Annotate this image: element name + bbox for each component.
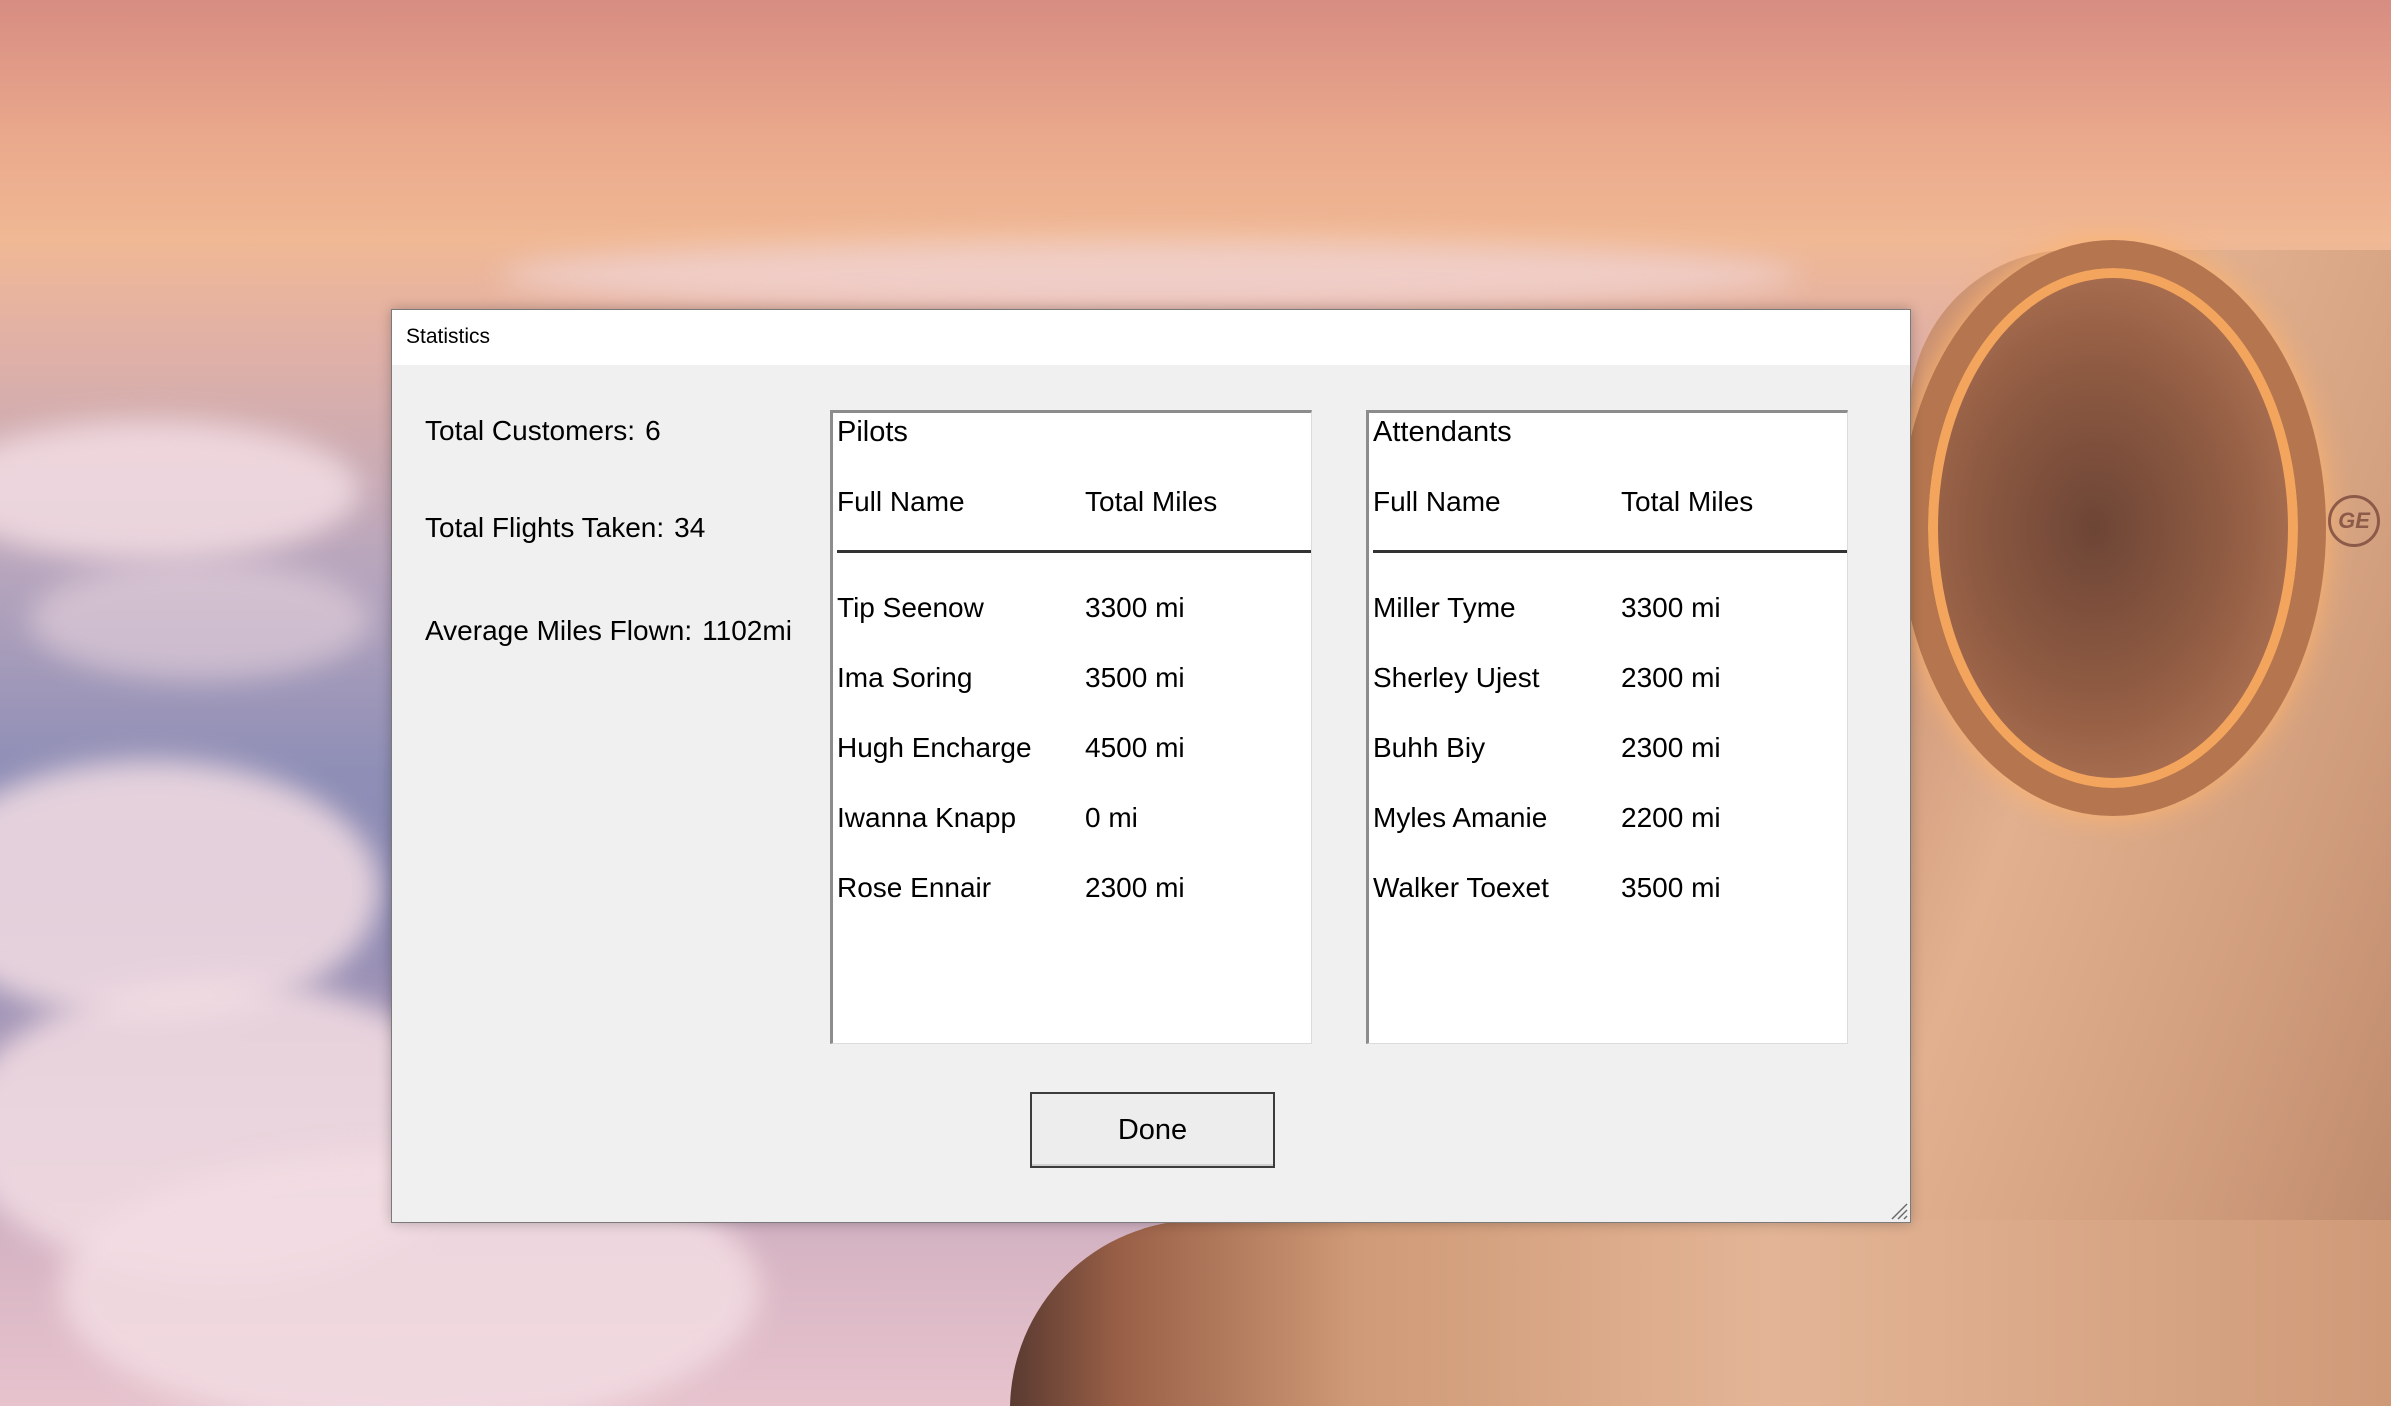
cloud bbox=[30, 560, 370, 680]
attendant-name[interactable]: Buhh Biy bbox=[1373, 732, 1485, 764]
attendant-name[interactable]: Sherley Ujest bbox=[1373, 662, 1540, 694]
pilot-name[interactable]: Iwanna Knapp bbox=[837, 802, 1016, 834]
pilots-col-total-miles: Total Miles bbox=[1085, 486, 1218, 517]
aircraft-engine bbox=[1900, 240, 2326, 816]
attendants-title: Attendants bbox=[1373, 416, 1512, 448]
average-miles-stat: Average Miles Flown: 1102mi bbox=[425, 615, 792, 647]
attendant-miles[interactable]: 3500 mi bbox=[1621, 872, 1721, 904]
pilot-name[interactable]: Tip Seenow bbox=[837, 592, 984, 624]
pilots-header-divider bbox=[837, 550, 1311, 553]
pilot-name[interactable]: Rose Ennair bbox=[837, 872, 991, 904]
pilot-miles[interactable]: 4500 mi bbox=[1085, 732, 1185, 764]
statistics-dialog: Statistics Total Customers: 6 Total Fligh… bbox=[391, 309, 1911, 1223]
total-flights-value: 34 bbox=[674, 512, 706, 543]
total-customers-label: Total Customers: bbox=[425, 415, 636, 446]
pilot-miles[interactable]: 3500 mi bbox=[1085, 662, 1185, 694]
pilot-name[interactable]: Ima Soring bbox=[837, 662, 972, 694]
attendants-col-full-name: Full Name bbox=[1373, 486, 1501, 517]
attendant-miles[interactable]: 2300 mi bbox=[1621, 662, 1721, 694]
total-flights-stat: Total Flights Taken: 34 bbox=[425, 512, 705, 544]
average-miles-label: Average Miles Flown: bbox=[425, 615, 693, 646]
attendant-name[interactable]: Myles Amanie bbox=[1373, 802, 1547, 834]
total-customers-stat: Total Customers: 6 bbox=[425, 415, 661, 447]
pilots-col-full-name: Full Name bbox=[837, 486, 965, 517]
total-flights-label: Total Flights Taken: bbox=[425, 512, 665, 543]
attendant-name[interactable]: Miller Tyme bbox=[1373, 592, 1516, 624]
aircraft-engine-lower bbox=[1010, 1220, 2391, 1406]
cloud bbox=[500, 240, 1800, 310]
pilot-miles[interactable]: 0 mi bbox=[1085, 802, 1138, 834]
attendant-miles[interactable]: 2200 mi bbox=[1621, 802, 1721, 834]
pilots-title: Pilots bbox=[837, 416, 908, 448]
attendant-miles[interactable]: 2300 mi bbox=[1621, 732, 1721, 764]
attendants-listbox[interactable]: Attendants Full Name Total Miles Miller … bbox=[1366, 410, 1848, 1044]
pilot-miles[interactable]: 3300 mi bbox=[1085, 592, 1185, 624]
attendants-header-divider bbox=[1373, 550, 1847, 553]
attendants-col-total-miles: Total Miles bbox=[1621, 486, 1754, 517]
cloud bbox=[0, 420, 360, 560]
pilot-miles[interactable]: 2300 mi bbox=[1085, 872, 1185, 904]
total-customers-value: 6 bbox=[645, 415, 661, 446]
pilots-listbox[interactable]: Pilots Full Name Total Miles Tip Seenow … bbox=[830, 410, 1312, 1044]
window-title: Statistics bbox=[406, 325, 491, 348]
attendant-name[interactable]: Walker Toexet bbox=[1373, 872, 1549, 904]
engine-logo: GE bbox=[2328, 495, 2380, 547]
average-miles-value: 1102mi bbox=[702, 615, 792, 646]
done-button[interactable]: Done bbox=[1030, 1092, 1275, 1168]
attendant-miles[interactable]: 3300 mi bbox=[1621, 592, 1721, 624]
title-bar[interactable]: Statistics bbox=[392, 310, 1910, 365]
pilot-name[interactable]: Hugh Encharge bbox=[837, 732, 1032, 764]
resize-grip-icon[interactable] bbox=[1888, 1200, 1908, 1220]
